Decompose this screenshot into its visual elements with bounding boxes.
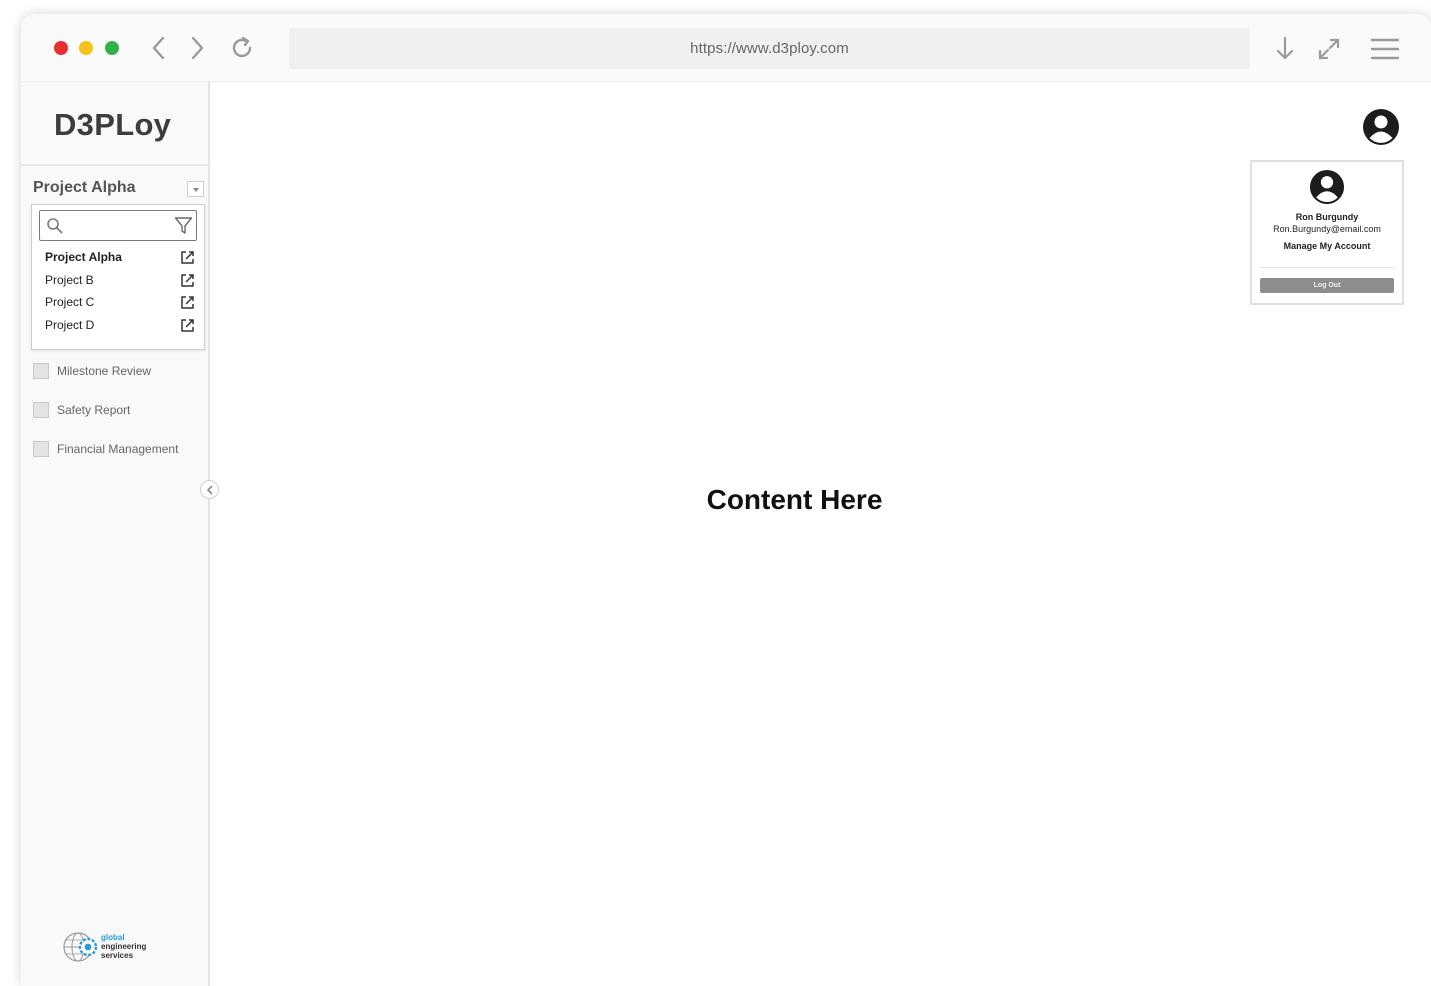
external-link-icon[interactable] xyxy=(180,250,195,265)
main-content: Content Here Ron Burgundy Ron.Burgundy@e… xyxy=(212,82,1431,986)
browser-toolbar: https://www.d3ploy.com xyxy=(21,14,1431,82)
download-icon[interactable] xyxy=(1274,36,1296,62)
project-selector[interactable]: Project Alpha xyxy=(33,178,205,200)
sidebar: D3PLoy Project Alpha Project Alpha Proje… xyxy=(21,82,210,986)
forward-icon[interactable] xyxy=(187,36,207,60)
content-placeholder: Content Here xyxy=(706,484,883,515)
chevron-left-icon xyxy=(207,485,213,495)
sidebar-item-milestone-review[interactable]: Milestone Review xyxy=(33,362,208,382)
project-name: Project D xyxy=(45,318,95,332)
company-name: global engineering services xyxy=(101,933,146,960)
sidebar-item-safety-report[interactable]: Safety Report xyxy=(33,401,208,421)
company-name-line1: global xyxy=(101,933,125,942)
reload-icon[interactable] xyxy=(229,35,255,61)
project-item-d[interactable]: Project D xyxy=(45,316,195,336)
account-menu-divider xyxy=(1260,267,1394,268)
selected-project-label: Project Alpha xyxy=(33,179,136,196)
logout-button[interactable]: Log Out xyxy=(1260,278,1394,293)
external-link-icon[interactable] xyxy=(180,273,195,288)
external-link-icon[interactable] xyxy=(180,318,195,333)
project-name: Project Alpha xyxy=(45,250,122,264)
checkbox[interactable] xyxy=(33,402,49,418)
address-bar[interactable]: https://www.d3ploy.com xyxy=(289,28,1250,69)
globe-gear-icon xyxy=(63,932,98,962)
sidebar-divider xyxy=(21,164,210,166)
menu-icon[interactable] xyxy=(1370,38,1400,60)
user-avatar-icon xyxy=(1309,169,1345,205)
sidebar-item-label: Milestone Review xyxy=(57,364,152,378)
close-window-button[interactable] xyxy=(54,41,68,55)
account-name: Ron Burgundy xyxy=(1295,212,1359,222)
project-item-c[interactable]: Project C xyxy=(45,293,195,313)
project-search-input[interactable] xyxy=(66,215,166,236)
checkbox[interactable] xyxy=(33,363,49,379)
chevron-down-icon[interactable] xyxy=(187,181,204,197)
user-avatar-icon[interactable] xyxy=(1362,108,1400,146)
search-icon xyxy=(47,218,63,234)
company-logo: global engineering services xyxy=(63,930,163,964)
account-email: Ron.Burgundy@email.com xyxy=(1273,224,1381,234)
collapse-sidebar-button[interactable] xyxy=(200,480,219,499)
sidebar-item-label: Financial Management xyxy=(57,442,179,456)
project-search-box[interactable] xyxy=(39,210,197,241)
checkbox[interactable] xyxy=(33,441,49,457)
project-name: Project B xyxy=(45,273,94,287)
company-name-line3: services xyxy=(101,951,134,960)
external-link-icon[interactable] xyxy=(180,295,195,310)
sidebar-item-financial-management[interactable]: Financial Management xyxy=(33,440,208,460)
maximize-window-button[interactable] xyxy=(105,41,119,55)
filter-icon[interactable] xyxy=(174,216,193,235)
browser-window: https://www.d3ploy.com D3PLoy Project Al… xyxy=(21,14,1431,986)
back-icon[interactable] xyxy=(149,36,169,60)
project-dropdown-panel: Project Alpha Project B Project C Projec… xyxy=(31,204,205,350)
company-name-line2: engineering xyxy=(101,942,147,951)
sidebar-item-label: Safety Report xyxy=(57,403,131,417)
account-menu: Ron Burgundy Ron.Burgundy@email.com Mana… xyxy=(1250,160,1404,305)
minimize-window-button[interactable] xyxy=(79,41,93,55)
fullscreen-icon[interactable] xyxy=(1317,37,1341,61)
url-text: https://www.d3ploy.com xyxy=(690,40,849,57)
app-logo[interactable]: D3PLoy xyxy=(54,107,171,143)
manage-account-link[interactable]: Manage My Account xyxy=(1252,241,1402,251)
project-name: Project C xyxy=(45,295,95,309)
project-item-alpha[interactable]: Project Alpha xyxy=(45,248,195,268)
project-item-b[interactable]: Project B xyxy=(45,271,195,291)
